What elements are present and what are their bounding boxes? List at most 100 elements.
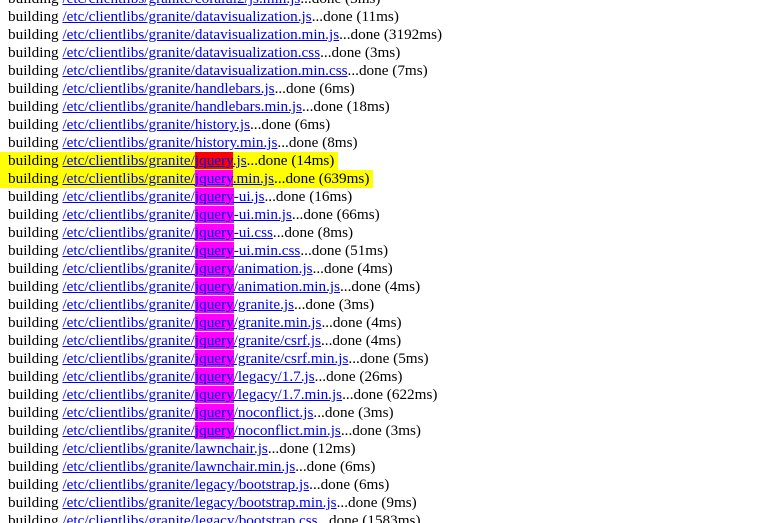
- log-line: building /etc/clientlibs/granite/jquery/…: [8, 260, 753, 278]
- log-line-status: ...done (1583ms): [317, 512, 421, 523]
- search-match: jquery: [194, 260, 234, 277]
- path-text-tail: /animation.js: [233, 260, 313, 277]
- path-text: /etc/clientlibs/granite/: [62, 242, 195, 259]
- path-text: /etc/clientlibs/granite/datavisualizatio…: [62, 26, 340, 43]
- path-text-tail: -ui.min.css: [233, 242, 301, 259]
- clientlib-path-link[interactable]: /etc/clientlibs/granite/jquery/granite.j…: [62, 296, 294, 313]
- log-line-status: ...done (16ms): [264, 188, 353, 205]
- clientlib-path-link[interactable]: /etc/clientlibs/granite/jquery.min.js: [62, 170, 274, 187]
- log-line: building /etc/clientlibs/granite/jquery/…: [8, 368, 753, 386]
- log-line: building /etc/clientlibs/granite/jquery-…: [8, 206, 753, 224]
- path-text: /etc/clientlibs/granite/: [62, 404, 195, 421]
- clientlib-path-link[interactable]: /etc/clientlibs/granite/jquery-ui.js: [62, 188, 265, 205]
- clientlib-path-link[interactable]: /etc/clientlibs/granite/datavisualizatio…: [62, 8, 311, 25]
- log-line-prefix: building: [8, 278, 63, 295]
- path-text: /etc/clientlibs/granite/: [62, 152, 195, 169]
- log-line: building /etc/clientlibs/granite/datavis…: [8, 62, 753, 80]
- log-line-status: ...done (8ms): [272, 224, 354, 241]
- log-line: building /etc/clientlibs/granite/jquery-…: [8, 242, 753, 260]
- clientlib-path-link[interactable]: /etc/clientlibs/granite/jquery.js: [62, 152, 247, 169]
- path-text: /etc/clientlibs/granite/handlebars.min.j…: [62, 98, 302, 115]
- path-text: /etc/clientlibs/granite/: [62, 332, 195, 349]
- log-line-status: ...done (14ms): [246, 152, 335, 169]
- clientlib-path-link[interactable]: /etc/clientlibs/granite/jquery/legacy/1.…: [62, 368, 315, 385]
- log-line-prefix: building: [8, 260, 63, 277]
- clientlib-path-link[interactable]: /etc/clientlibs/granite/lawnchair.js: [62, 440, 267, 457]
- path-text: /etc/clientlibs/granite/: [62, 224, 195, 241]
- clientlib-path-link[interactable]: /etc/clientlibs/granite/datavisualizatio…: [62, 44, 320, 61]
- log-line-prefix: building: [8, 170, 63, 187]
- clientlib-path-link[interactable]: /etc/clientlibs/granite/jquery-ui.min.cs…: [62, 242, 300, 259]
- path-text: /etc/clientlibs/granite/legacy/bootstrap…: [62, 476, 310, 493]
- search-match: jquery: [194, 314, 234, 331]
- clientlib-path-link[interactable]: /etc/clientlibs/granite/legacy/bootstrap…: [62, 494, 336, 511]
- path-text: /etc/clientlibs/granite/datavisualizatio…: [62, 62, 348, 79]
- path-text: /etc/clientlibs/granite/: [62, 314, 195, 331]
- log-line: building /etc/clientlibs/granite/jquery.…: [0, 152, 753, 170]
- path-text: /etc/clientlibs/granite/: [62, 206, 195, 223]
- log-line-prefix: building: [8, 152, 63, 169]
- clientlib-path-link[interactable]: /etc/clientlibs/granite/legacy/bootstrap…: [62, 476, 309, 493]
- clientlib-path-link[interactable]: /etc/clientlibs/granite/history.min.js: [62, 134, 277, 151]
- search-match: jquery: [194, 404, 234, 421]
- clientlib-path-link[interactable]: /etc/clientlibs/granite/datavisualizatio…: [62, 62, 347, 79]
- search-match: jquery: [194, 224, 234, 241]
- search-match: jquery: [194, 296, 234, 313]
- clientlib-path-link[interactable]: /etc/clientlibs/granite/legacy/bootstrap…: [62, 512, 317, 523]
- log-line-prefix: building: [8, 332, 63, 349]
- clientlib-path-link[interactable]: /etc/clientlibs/granite/jquery-ui.css: [62, 224, 273, 241]
- clientlib-path-link[interactable]: /etc/clientlibs/granite/jquery/noconflic…: [62, 404, 313, 421]
- log-line: building /etc/clientlibs/granite/jquery/…: [8, 386, 753, 404]
- path-text: /etc/clientlibs/granite/: [62, 296, 195, 313]
- log-line: building /etc/clientlibs/granite/jquery/…: [8, 422, 753, 440]
- clientlib-path-link[interactable]: /etc/clientlibs/granite/jquery/granite.m…: [62, 314, 321, 331]
- log-line-prefix: building: [8, 242, 63, 259]
- log-line-status: ...done (639ms): [274, 170, 370, 187]
- log-line-status: ...done (6ms): [309, 476, 390, 493]
- path-text: /etc/clientlibs/granite/history.min.js: [62, 134, 278, 151]
- clientlib-path-link[interactable]: /etc/clientlibs/granite/jquery/granite/c…: [62, 350, 348, 367]
- search-match: jquery: [194, 368, 234, 385]
- clientlib-path-link[interactable]: /etc/clientlibs/granite/jquery/legacy/1.…: [62, 386, 342, 403]
- log-line-status: ...done (7ms): [347, 62, 428, 79]
- log-line-prefix: building: [8, 512, 63, 523]
- clientlib-path-link[interactable]: /etc/clientlibs/granite/history.js: [62, 116, 250, 133]
- search-match: jquery: [194, 422, 234, 439]
- log-line-prefix: building: [8, 116, 63, 133]
- path-text: /etc/clientlibs/granite/: [62, 260, 195, 277]
- log-line-prefix: building: [8, 314, 63, 331]
- log-line-status: ...done (3ms): [320, 44, 401, 61]
- path-text-tail: /granite/csrf.js: [233, 332, 321, 349]
- log-line-prefix: building: [8, 80, 63, 97]
- build-log: building /etc/clientlibs/granite/coralui…: [0, 0, 753, 523]
- clientlib-path-link[interactable]: /etc/clientlibs/granite/handlebars.min.j…: [62, 98, 302, 115]
- log-line: building /etc/clientlibs/granite/history…: [8, 134, 753, 152]
- search-match: jquery: [194, 206, 234, 223]
- log-line: building /etc/clientlibs/granite/jquery/…: [8, 296, 753, 314]
- clientlib-path-link[interactable]: /etc/clientlibs/granite/jquery/noconflic…: [62, 422, 341, 439]
- log-line: building /etc/clientlibs/granite/datavis…: [8, 26, 753, 44]
- clientlib-path-link[interactable]: /etc/clientlibs/granite/jquery/animation…: [62, 278, 340, 295]
- log-line-status: ...done (622ms): [342, 386, 438, 403]
- clientlib-path-link[interactable]: /etc/clientlibs/granite/coralui2/js.min.…: [62, 0, 300, 7]
- log-line-prefix: building: [8, 296, 63, 313]
- log-line-prefix: building: [8, 8, 63, 25]
- log-line-status: ...done (3192ms): [339, 26, 443, 43]
- log-line: building /etc/clientlibs/granite/datavis…: [8, 44, 753, 62]
- clientlib-path-link[interactable]: /etc/clientlibs/granite/lawnchair.min.js: [62, 458, 295, 475]
- log-line-status: ...done (3ms): [340, 422, 421, 439]
- log-line-prefix: building: [8, 62, 63, 79]
- search-match: jquery: [194, 188, 234, 205]
- log-line-status: ...done (11ms): [311, 8, 399, 25]
- log-line: building /etc/clientlibs/granite/jquery-…: [8, 188, 753, 206]
- search-match: jquery: [194, 386, 234, 403]
- clientlib-path-link[interactable]: /etc/clientlibs/granite/jquery/animation…: [62, 260, 313, 277]
- clientlib-path-link[interactable]: /etc/clientlibs/granite/handlebars.js: [62, 80, 274, 97]
- log-line-prefix: building: [8, 368, 63, 385]
- path-text: /etc/clientlibs/granite/: [62, 386, 195, 403]
- clientlib-path-link[interactable]: /etc/clientlibs/granite/jquery/granite/c…: [62, 332, 321, 349]
- path-text: /etc/clientlibs/granite/: [62, 278, 195, 295]
- clientlib-path-link[interactable]: /etc/clientlibs/granite/datavisualizatio…: [62, 26, 339, 43]
- path-text-tail: .min.js: [232, 170, 275, 187]
- clientlib-path-link[interactable]: /etc/clientlibs/granite/jquery-ui.min.js: [62, 206, 292, 223]
